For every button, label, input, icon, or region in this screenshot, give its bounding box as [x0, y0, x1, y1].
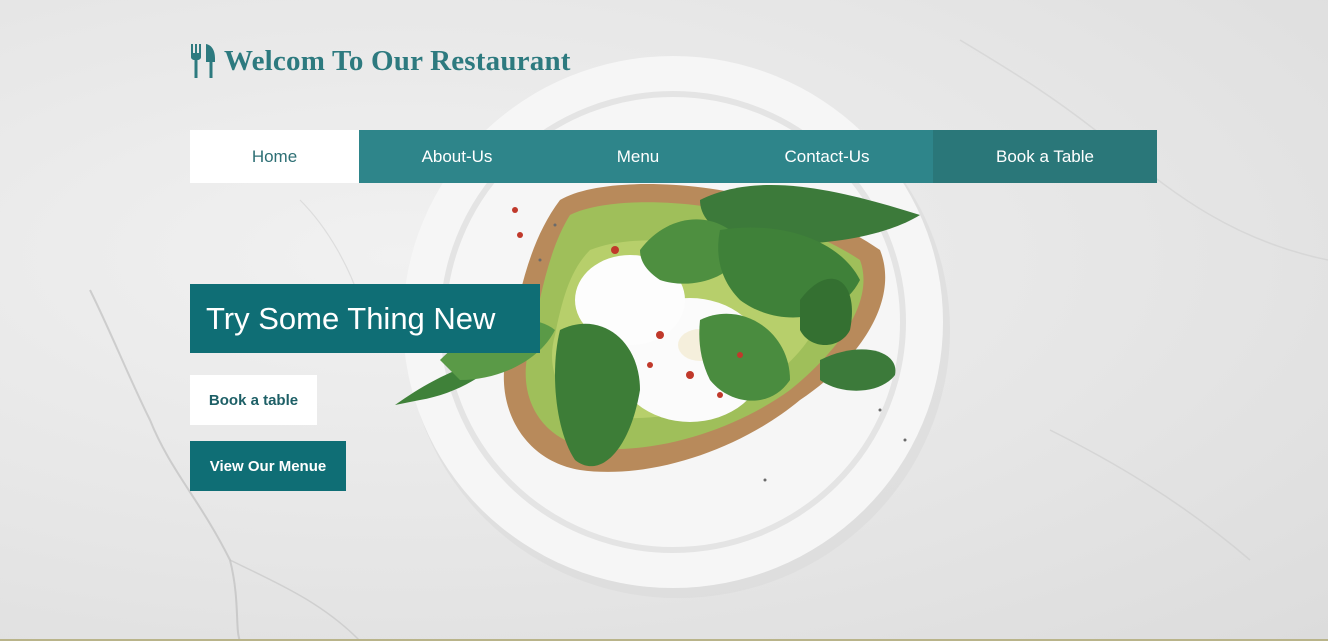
nav-item-home[interactable]: Home [190, 130, 359, 183]
nav-item-contact-us[interactable]: Contact-Us [721, 130, 933, 183]
view-menu-button[interactable]: View Our Menue [190, 441, 346, 491]
nav-item-book-a-table[interactable]: Book a Table [933, 130, 1157, 183]
fork-knife-icon [190, 44, 216, 78]
site-title: Welcom To Our Restaurant [224, 44, 571, 77]
brand: Welcom To Our Restaurant [190, 44, 571, 78]
book-table-button[interactable]: Book a table [190, 375, 317, 425]
main-nav: Home About-Us Menu Contact-Us Book a Tab… [190, 130, 1157, 183]
hero-headline: Try Some Thing New [190, 284, 540, 353]
nav-item-about-us[interactable]: About-Us [359, 130, 555, 183]
nav-item-menu[interactable]: Menu [555, 130, 721, 183]
